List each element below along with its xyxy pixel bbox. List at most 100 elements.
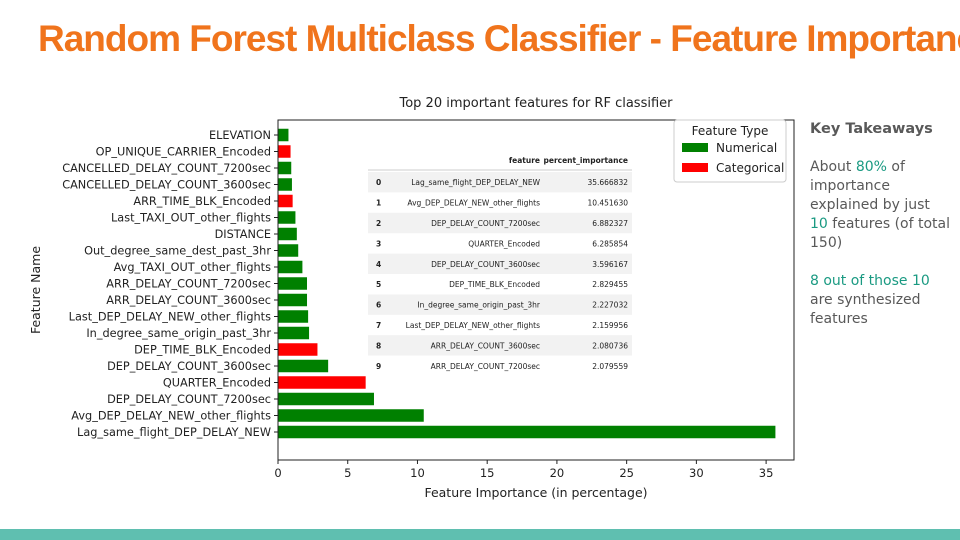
table-cell-feature: Last_DEP_DELAY_NEW_other_flights	[406, 321, 540, 330]
takeaway-text: About	[810, 159, 856, 175]
takeaway-highlight-percent: 80%	[855, 159, 887, 175]
y-tick-label: Out_degree_same_dest_past_3hr	[84, 245, 271, 258]
legend-swatch-categorical	[682, 163, 708, 172]
table-cell-index: 5	[376, 280, 381, 289]
key-takeaways: Key Takeaways About 80% of importance ex…	[810, 120, 950, 348]
table-cell-feature: DEP_TIME_BLK_Encoded	[449, 280, 540, 289]
x-tick-label: 20	[550, 466, 565, 480]
table-cell-feature: Lag_same_flight_DEP_DELAY_NEW	[411, 178, 540, 187]
table-cell-percent: 2.080736	[592, 341, 628, 350]
y-tick-label: In_degree_same_origin_past_3hr	[86, 327, 271, 340]
y-tick-label: ARR_DELAY_COUNT_7200sec	[106, 278, 271, 291]
y-tick-label: DEP_DELAY_COUNT_3600sec	[107, 360, 271, 373]
table-cell-percent: 2.227032	[592, 301, 628, 310]
y-tick-label: DEP_DELAY_COUNT_7200sec	[107, 393, 271, 406]
bar-arr-time-blk-encoded	[278, 194, 293, 208]
table-cell-feature: ARR_DELAY_COUNT_7200sec	[431, 362, 540, 371]
x-tick-label: 5	[344, 466, 351, 480]
takeaways-heading: Key Takeaways	[810, 121, 933, 137]
legend-label-numerical: Numerical	[716, 141, 777, 155]
table-header-percent: percent_importance	[544, 156, 629, 165]
table-cell-percent: 2.159956	[592, 321, 628, 330]
table-cell-index: 6	[376, 301, 381, 310]
feature-importance-chart: ELEVATION OP_UNIQUE_CARRIER_Encoded CANCEL…	[28, 96, 795, 500]
table-cell-feature: ARR_DELAY_COUNT_3600sec	[431, 341, 540, 350]
takeaway-highlight-synth: 8 out of those 10	[810, 273, 930, 289]
bar-op-unique-carrier-encoded	[278, 145, 291, 158]
y-tick-label: Last_DEP_DELAY_NEW_other_flights	[69, 311, 271, 324]
bar-last-dep-delay-new-other-flights	[278, 310, 309, 323]
x-tick-label: 35	[759, 466, 774, 480]
slide-title: Random Forest Multiclass Classifier - Fe…	[38, 18, 960, 59]
bar-distance	[278, 227, 297, 241]
chart-title: Top 20 important features for RF classif…	[398, 96, 673, 111]
bar-dep-delay-count-3600sec	[278, 359, 329, 373]
table-cell-feature: DEP_DELAY_COUNT_7200sec	[431, 219, 540, 228]
table-cell-index: 0	[376, 178, 381, 187]
table-cell-feature: QUARTER_Encoded	[468, 239, 540, 248]
table-cell-index: 9	[376, 362, 381, 371]
bar-elevation	[278, 128, 289, 142]
bar-avg-dep-delay-new-other-flights	[278, 409, 424, 422]
table-cell-percent: 6.285854	[592, 239, 628, 248]
table-header-feature: feature	[509, 156, 540, 165]
table-cell-percent: 2.079559	[592, 362, 628, 371]
y-tick-label: DISTANCE	[215, 228, 271, 241]
y-tick-label: ELEVATION	[209, 129, 271, 142]
table-cell-index: 2	[376, 219, 381, 228]
x-tick-label: 10	[410, 466, 425, 480]
y-tick-label: CANCELLED_DELAY_COUNT_3600sec	[62, 179, 271, 192]
bar-lag-same-flight-dep-delay-new	[278, 425, 776, 439]
legend-label-categorical: Categorical	[716, 161, 784, 175]
y-tick-label: Last_TAXI_OUT_other_flights	[111, 212, 271, 225]
bar-cancelled-delay-count-7200sec	[278, 161, 292, 175]
y-tick-label: CANCELLED_DELAY_COUNT_7200sec	[62, 162, 271, 175]
y-tick-label: ARR_DELAY_COUNT_3600sec	[106, 294, 271, 307]
legend: Feature Type Numerical Categorical	[673, 119, 787, 183]
bar-cancelled-delay-count-3600sec	[278, 178, 292, 191]
bar-last-taxi-out-other-flights	[278, 211, 296, 224]
x-tick-label: 30	[689, 466, 704, 480]
legend-swatch-numerical	[682, 143, 708, 152]
y-tick-label: OP_UNIQUE_CARRIER_Encoded	[96, 146, 271, 159]
y-tick-label: Lag_same_flight_DEP_DELAY_NEW	[77, 426, 271, 439]
footer-bar	[0, 529, 960, 540]
bar-quarter-encoded	[278, 376, 366, 389]
bar-arr-delay-count-3600sec	[278, 293, 308, 307]
table-cell-percent: 2.829455	[592, 280, 628, 289]
table-cell-index: 3	[376, 239, 381, 248]
y-tick-label: DEP_TIME_BLK_Encoded	[134, 344, 271, 357]
importance-table: feature percent_importance 0 Lag_same_fli…	[368, 156, 632, 371]
y-axis-label: Feature Name	[28, 246, 43, 334]
y-tick-label: Avg_TAXI_OUT_other_flights	[114, 261, 272, 274]
bar-dep-delay-count-7200sec	[278, 392, 374, 406]
takeaway-importance: About 80% of importance explained by jus…	[810, 158, 950, 253]
x-tick-label: 15	[480, 466, 495, 480]
table-cell-index: 8	[376, 341, 381, 350]
table-cell-index: 7	[376, 321, 381, 330]
bar-out-degree-same-dest-past-3hr	[278, 244, 299, 257]
bar-dep-time-blk-encoded	[278, 343, 318, 356]
table-cell-feature: DEP_DELAY_COUNT_3600sec	[431, 260, 540, 269]
table-cell-percent: 3.596167	[592, 260, 628, 269]
table-cell-percent: 35.666832	[587, 178, 628, 187]
table-cell-feature: In_degree_same_origin_past_3hr	[417, 301, 541, 310]
table-cell-percent: 10.451630	[587, 199, 628, 208]
table-cell-percent: 6.882327	[592, 219, 628, 228]
x-tick-label: 25	[619, 466, 634, 480]
takeaway-text: are synthesized features	[810, 292, 921, 327]
legend-title: Feature Type	[692, 124, 769, 138]
y-tick-label: ARR_TIME_BLK_Encoded	[133, 195, 271, 208]
table-cell-feature: Avg_DEP_DELAY_NEW_other_flights	[407, 199, 540, 208]
table-cell-index: 4	[376, 260, 381, 269]
bar-avg-taxi-out-other-flights	[278, 260, 303, 274]
takeaway-highlight-count: 10	[810, 216, 828, 232]
takeaway-synthesized: 8 out of those 10 are synthesized featur…	[810, 272, 950, 329]
x-axis-label: Feature Importance (in percentage)	[424, 485, 647, 500]
bar-in-degree-same-origin-past-3hr	[278, 326, 310, 340]
x-tick-label: 0	[274, 466, 281, 480]
y-tick-label: QUARTER_Encoded	[163, 377, 271, 390]
table-cell-index: 1	[376, 199, 381, 208]
y-tick-label: Avg_DEP_DELAY_NEW_other_flights	[71, 410, 271, 423]
takeaway-text: features (of total 150)	[810, 216, 950, 251]
